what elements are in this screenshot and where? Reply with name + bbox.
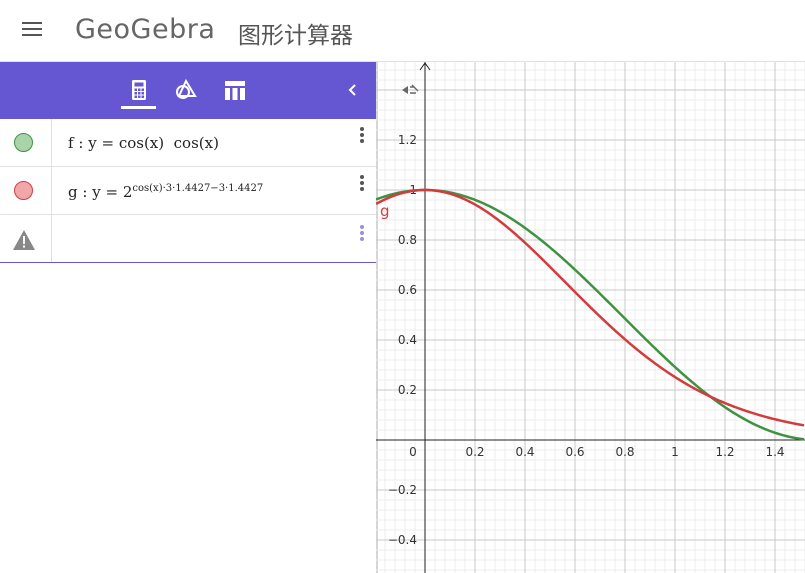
function-name: f: [68, 134, 74, 152]
warning-icon: [13, 230, 35, 250]
x-tick-label: 0.2: [465, 445, 484, 459]
y-tick-label: 0.4: [398, 333, 417, 347]
expression-body: cos(x) cos(x): [118, 134, 219, 152]
equals: =: [101, 134, 115, 152]
calculator-icon[interactable]: [126, 77, 152, 103]
hamburger-menu-icon[interactable]: [22, 22, 42, 38]
more-options-icon[interactable]: [360, 175, 364, 193]
curve-label-g: g: [380, 202, 390, 220]
more-options-icon[interactable]: [360, 127, 364, 145]
x-tick-label: 0.8: [615, 445, 634, 459]
var-y: y: [92, 183, 101, 201]
algebra-row-g[interactable]: g : y = 2cos(x)·3·1.4427−3·1.4427: [0, 167, 376, 215]
algebra-input-row[interactable]: [0, 215, 376, 263]
visibility-toggle-f[interactable]: [14, 133, 33, 152]
algebra-row-f[interactable]: f : y = cos(x) cos(x): [0, 119, 376, 167]
x-tick-label: 1: [671, 445, 679, 459]
colon: :: [78, 134, 84, 152]
x-tick-label: 0.4: [515, 445, 534, 459]
function-name: g: [68, 183, 78, 201]
x-tick-labels: 0 0.2 0.4 0.6 0.8 1 1.2 1.4: [409, 445, 784, 459]
y-tick-label: 0.2: [398, 383, 417, 397]
top-bar: GeoGebra 图形计算器: [0, 0, 805, 62]
algebra-panel: f : y = cos(x) cos(x) g : y = 2cos(x)·3·…: [0, 62, 376, 573]
visibility-toggle-cell: [0, 167, 52, 214]
visibility-toggle-g[interactable]: [14, 181, 33, 200]
y-tick-label: 0.6: [398, 283, 417, 297]
var-y: y: [88, 134, 97, 152]
expression-f[interactable]: f : y = cos(x) cos(x): [68, 134, 219, 152]
grid-major: [376, 62, 805, 573]
y-tick-label: −0.2: [388, 483, 417, 497]
more-options-icon[interactable]: [360, 225, 364, 243]
x-tick-label: 0.6: [565, 445, 584, 459]
geometry-tools-icon[interactable]: [173, 77, 199, 103]
active-tab-indicator: [121, 106, 156, 109]
exponent: cos(x)·3·1.4427−3·1.4427: [132, 183, 264, 194]
colon: :: [82, 183, 88, 201]
x-tick-label: 1.4: [765, 445, 784, 459]
y-tick-label: 0.8: [398, 233, 417, 247]
app-title: 图形计算器: [238, 23, 353, 49]
y-tick-label: −0.4: [388, 533, 417, 547]
algebra-toolbar: [0, 62, 376, 119]
app-logo: GeoGebra: [75, 14, 216, 45]
graphics-view[interactable]: 0 0.2 0.4 0.6 0.8 1 1.2 1.4 1.2 1 0.8 0.6 0.4 0.2 −0.…: [376, 62, 805, 573]
x-tick-label: 0: [409, 445, 417, 459]
grid-minor: [376, 62, 805, 573]
collapse-panel-icon[interactable]: [340, 77, 366, 103]
base: 2: [122, 183, 133, 201]
x-tick-label: 1.2: [715, 445, 734, 459]
curve-f[interactable]: [376, 188, 805, 441]
y-tick-label: 1.2: [398, 133, 417, 147]
table-icon[interactable]: [222, 77, 248, 103]
visibility-toggle-cell: [0, 119, 52, 166]
expression-g[interactable]: g : y = 2cos(x)·3·1.4427−3·1.4427: [68, 183, 263, 201]
equals: =: [105, 183, 119, 201]
input-status-cell: [0, 215, 52, 262]
